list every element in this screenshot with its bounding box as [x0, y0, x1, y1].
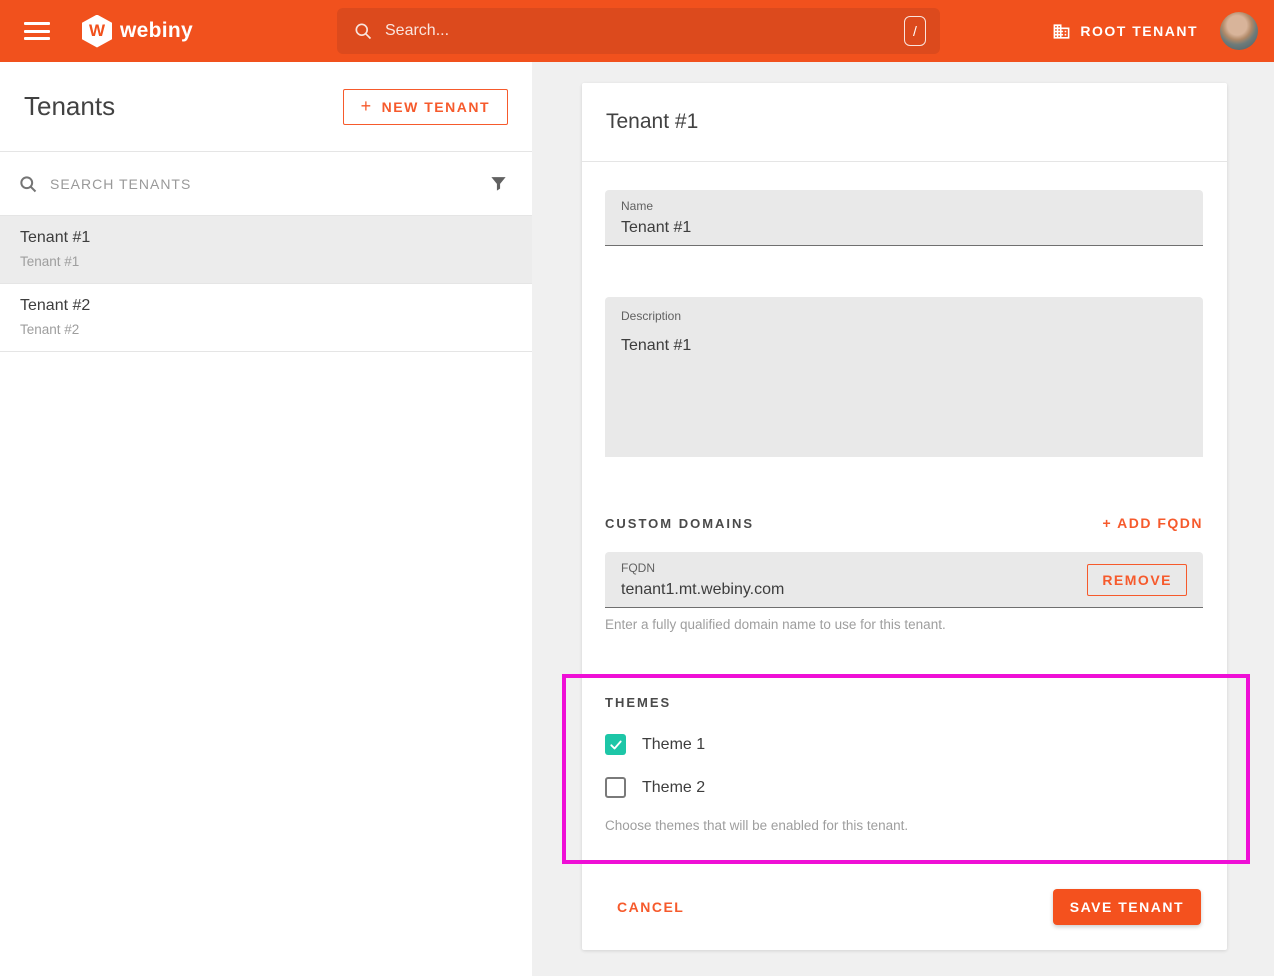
fqdn-field-label: FQDN — [621, 561, 1087, 575]
checkbox-unchecked-icon[interactable] — [605, 777, 626, 798]
tenants-list-panel: Tenants + NEW TENANT Tenant #1 Tenant #1… — [0, 62, 532, 976]
tenant-item-title: Tenant #1 — [20, 229, 512, 247]
search-icon — [353, 21, 373, 41]
fqdn-field-value: tenant1.mt.webiny.com — [621, 581, 1087, 599]
global-search-bar[interactable]: / — [337, 8, 940, 54]
themes-section: THEMES Theme 1 Theme 2 Choose themes tha… — [605, 694, 1203, 833]
tenant-search-input[interactable] — [50, 176, 489, 192]
themes-heading: THEMES — [605, 695, 671, 710]
new-tenant-button[interactable]: + NEW TENANT — [343, 89, 508, 125]
name-field[interactable]: Name Tenant #1 — [605, 190, 1203, 246]
description-field-label: Description — [621, 309, 1187, 323]
themes-helper-text: Choose themes that will be enabled for t… — [605, 818, 1203, 833]
tenant-item-title: Tenant #2 — [20, 297, 512, 315]
theme-option-label: Theme 2 — [642, 779, 705, 797]
name-field-label: Name — [621, 199, 1187, 213]
custom-domains-heading: CUSTOM DOMAINS — [605, 516, 754, 531]
filter-icon[interactable] — [489, 174, 508, 193]
tenant-list-item[interactable]: Tenant #2 Tenant #2 — [0, 284, 532, 352]
cancel-button[interactable]: CANCEL — [617, 899, 684, 915]
menu-icon[interactable] — [24, 22, 50, 40]
theme-2-option[interactable]: Theme 2 — [605, 777, 1203, 798]
remove-fqdn-button[interactable]: REMOVE — [1087, 564, 1187, 596]
tenant-item-subtitle: Tenant #1 — [20, 254, 512, 269]
webiny-logo[interactable]: W webiny — [82, 15, 193, 48]
tenant-switcher-label: ROOT TENANT — [1080, 23, 1198, 39]
top-app-bar: W webiny / ROOT TENANT — [0, 0, 1274, 62]
add-fqdn-button[interactable]: + ADD FQDN — [1103, 515, 1203, 531]
checkbox-checked-icon[interactable] — [605, 734, 626, 755]
fqdn-field[interactable]: FQDN tenant1.mt.webiny.com REMOVE — [605, 552, 1203, 608]
description-field[interactable]: Description Tenant #1 — [605, 297, 1203, 457]
tenant-item-subtitle: Tenant #2 — [20, 322, 512, 337]
name-field-value: Tenant #1 — [621, 219, 1187, 237]
global-search-input[interactable] — [385, 22, 904, 40]
tenant-details-area: Tenant #1 Name Tenant #1 Description Ten… — [532, 62, 1274, 976]
page-title: Tenants — [24, 91, 115, 122]
fqdn-helper-text: Enter a fully qualified domain name to u… — [605, 617, 1203, 632]
tenant-search-bar[interactable] — [0, 152, 532, 216]
plus-icon: + — [361, 96, 373, 117]
theme-option-label: Theme 1 — [642, 736, 705, 754]
save-tenant-button[interactable]: SAVE TENANT — [1053, 889, 1201, 925]
plus-icon: + — [1103, 515, 1113, 531]
tenant-form-card: Tenant #1 Name Tenant #1 Description Ten… — [582, 83, 1227, 950]
user-avatar[interactable] — [1220, 12, 1258, 50]
keyboard-shortcut-badge: / — [904, 16, 926, 46]
tenant-list-item[interactable]: Tenant #1 Tenant #1 — [0, 216, 532, 284]
webiny-logo-hexagon-icon: W — [82, 15, 112, 48]
search-icon — [18, 174, 38, 194]
webiny-logo-text: webiny — [120, 19, 193, 43]
theme-1-option[interactable]: Theme 1 — [605, 734, 1203, 755]
building-icon — [1052, 22, 1071, 41]
tenant-switcher[interactable]: ROOT TENANT — [1052, 22, 1198, 41]
description-field-value: Tenant #1 — [621, 337, 1187, 355]
form-title: Tenant #1 — [606, 110, 698, 134]
